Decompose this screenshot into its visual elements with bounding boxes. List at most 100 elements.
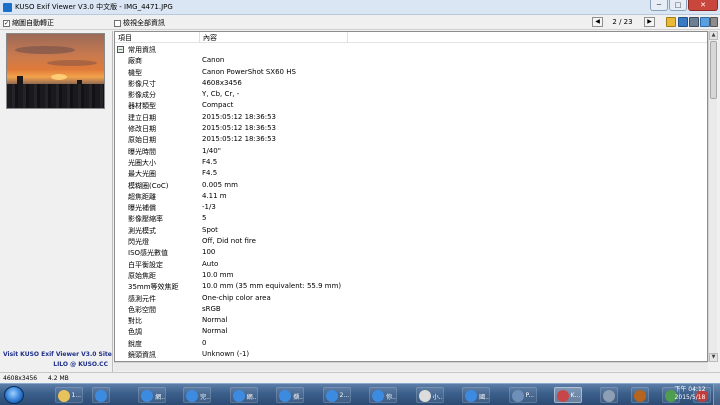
clock-date: 2015/5/18 xyxy=(674,394,706,401)
taskbar-app-1[interactable]: P... xyxy=(508,387,537,403)
table-row[interactable]: 器材類型 Compact xyxy=(115,100,707,111)
table-row[interactable]: 模糊圈(CoC) 0.005 mm xyxy=(115,180,707,191)
table-row[interactable]: 對比 Normal xyxy=(115,315,707,326)
table-row[interactable]: ISO感光數值 100 xyxy=(115,247,707,258)
row-value: Compact xyxy=(202,101,234,110)
table-row[interactable]: 機型 Canon PowerShot SX60 HS xyxy=(115,67,707,78)
row-value: 1/40" xyxy=(202,146,221,155)
close-button[interactable]: ✕ xyxy=(688,0,718,11)
author-link[interactable]: LILO @ KUSO.CC xyxy=(53,361,108,368)
row-value: Normal xyxy=(202,327,228,336)
table-row[interactable]: 廠商 Canon xyxy=(115,55,707,66)
taskbar-kuso[interactable]: K... xyxy=(553,387,582,403)
status-dimensions: 4608x3456 xyxy=(3,375,38,382)
status-bar: 4608x3456 4.2 MB xyxy=(0,372,720,383)
minimize-button[interactable]: ─ xyxy=(650,0,668,11)
taskbar-ie-6[interactable]: 2... xyxy=(322,387,351,403)
table-row[interactable]: 影像尺寸 4608x3456 xyxy=(115,78,707,89)
row-key: 修改日期 xyxy=(128,125,156,134)
table-row[interactable]: 曝光補償 -1/3 xyxy=(115,202,707,213)
table-row[interactable]: 光圈大小 F4.5 xyxy=(115,157,707,168)
table-row[interactable]: 鏡頭資訊 Unknown (-1) xyxy=(115,349,707,360)
row-key: ISO感光數值 xyxy=(128,249,169,258)
taskbar-ie-7-label: 你... xyxy=(386,394,398,401)
checkbox-checked-icon[interactable]: ✓ xyxy=(3,19,10,27)
next-button[interactable]: ▶ xyxy=(644,17,655,27)
checkbox-unchecked-icon[interactable] xyxy=(114,19,121,27)
photo-thumbnail[interactable] xyxy=(6,33,105,109)
info-icon[interactable] xyxy=(700,17,710,27)
table-row[interactable]: 曝光時間 1/40" xyxy=(115,146,707,157)
row-value: Unknown (-1) xyxy=(202,350,250,359)
row-key: 廠商 xyxy=(128,57,142,66)
save-icon[interactable] xyxy=(678,17,688,27)
row-key: 感測元件 xyxy=(128,294,156,303)
collapse-icon[interactable]: − xyxy=(117,46,124,53)
taskbar-app-3[interactable] xyxy=(631,387,650,403)
taskbar-ie-2-label: 網... xyxy=(155,394,167,401)
table-row[interactable]: 超焦距離 4.11 m xyxy=(115,191,707,202)
taskbar-app-2[interactable] xyxy=(600,387,619,403)
taskbar-folder-label: 1... xyxy=(71,392,82,399)
table-row[interactable]: 建立日期 2015:05:12 18:36:53 xyxy=(115,112,707,123)
horizontal-scrollbar[interactable] xyxy=(114,362,708,371)
window-controls: ─ □ ✕ xyxy=(650,0,718,13)
table-row[interactable]: 35mm等效焦距 10.0 mm (35 mm equivalent: 55.9 … xyxy=(115,281,707,292)
taskbar-ie-7[interactable]: 你... xyxy=(369,387,398,403)
taskbar-folder[interactable]: 1... xyxy=(54,387,83,403)
table-row[interactable]: 影像壓縮率 5 xyxy=(115,213,707,224)
app-icon xyxy=(3,2,12,12)
column-header-content[interactable]: 內容 xyxy=(203,33,217,43)
group-row-common[interactable]: − 常用資訊 xyxy=(115,44,707,55)
maximize-button[interactable]: □ xyxy=(669,0,687,11)
column-header-item[interactable]: 項目 xyxy=(118,33,132,43)
gear-icon[interactable] xyxy=(710,17,718,27)
row-value: Auto xyxy=(202,259,219,268)
row-value: 4.11 m xyxy=(202,191,227,200)
window-title: KUSO Exif Viewer V3.0 中文版 - IMG_4471.JPG xyxy=(15,3,173,11)
row-value: 0 xyxy=(202,338,207,347)
row-key: 器材類型 xyxy=(128,102,156,111)
disk-icon[interactable] xyxy=(689,17,699,27)
taskbar-ie-5-label: 擷... xyxy=(293,394,305,401)
folder-icon[interactable] xyxy=(666,17,676,27)
taskbar-doc[interactable]: 小... xyxy=(415,387,444,403)
taskbar-ie-8-label: 國... xyxy=(479,394,491,401)
table-row[interactable]: 原始日期 2015:05:12 18:36:53 xyxy=(115,134,707,145)
table-row[interactable]: 閃光燈 Off, Did not fire xyxy=(115,236,707,247)
taskbar-ie-2[interactable]: 網... xyxy=(138,387,167,403)
start-button[interactable] xyxy=(4,386,24,404)
row-value: Canon xyxy=(202,56,225,65)
taskbar-ie-8[interactable]: 國... xyxy=(462,387,491,403)
row-key: 35mm等效焦距 xyxy=(128,283,179,292)
auto-rotate-checkbox[interactable]: ✓ 縮圖自動轉正 xyxy=(3,18,54,28)
row-key: 機型 xyxy=(128,68,142,77)
table-row[interactable]: 影像成分 Y, Cb, Cr, - xyxy=(115,89,707,100)
vertical-scrollbar[interactable]: ▲ ▼ xyxy=(708,31,718,362)
row-key: 色彩空間 xyxy=(128,305,156,314)
taskbar-ie-4[interactable]: 網... xyxy=(229,387,258,403)
table-row[interactable]: 色彩空間 sRGB xyxy=(115,304,707,315)
taskbar-clock[interactable]: 下午 04:12 2015/5/18 xyxy=(670,386,710,402)
taskbar-ie-3[interactable]: 完... xyxy=(183,387,212,403)
show-desktop-button[interactable] xyxy=(713,384,720,405)
site-link[interactable]: Visit KUSO Exif Viewer V3.0 Site xyxy=(3,351,112,358)
table-row[interactable]: 原始焦距 10.0 mm xyxy=(115,270,707,281)
scrollbar-thumb[interactable] xyxy=(710,41,717,99)
table-row[interactable]: 測光模式 Spot xyxy=(115,225,707,236)
previous-button[interactable]: ◀ xyxy=(592,17,603,27)
show-all-checkbox[interactable]: 檢視全部資訊 xyxy=(114,18,165,28)
scroll-down-icon[interactable]: ▼ xyxy=(709,353,718,362)
table-row[interactable]: 色調 Normal xyxy=(115,326,707,337)
table-row[interactable]: 銳度 0 xyxy=(115,338,707,349)
taskbar-ie-5[interactable]: 擷... xyxy=(276,387,305,403)
table-row[interactable]: 感測元件 One-chip color area xyxy=(115,293,707,304)
taskbar-ie-1[interactable] xyxy=(91,387,110,403)
taskbar-kuso-label: K... xyxy=(570,392,581,399)
taskbar-ie-1-icon xyxy=(94,390,107,402)
table-row[interactable]: 最大光圈 F4.5 xyxy=(115,168,707,179)
exif-table: 項目 內容 − 常用資訊 廠商 Canon 機型 Canon PowerShot SX… xyxy=(114,31,708,362)
table-row[interactable]: 修改日期 2015:05:12 18:36:53 xyxy=(115,123,707,134)
scroll-up-icon[interactable]: ▲ xyxy=(709,31,718,40)
table-row[interactable]: 白平衡設定 Auto xyxy=(115,259,707,270)
